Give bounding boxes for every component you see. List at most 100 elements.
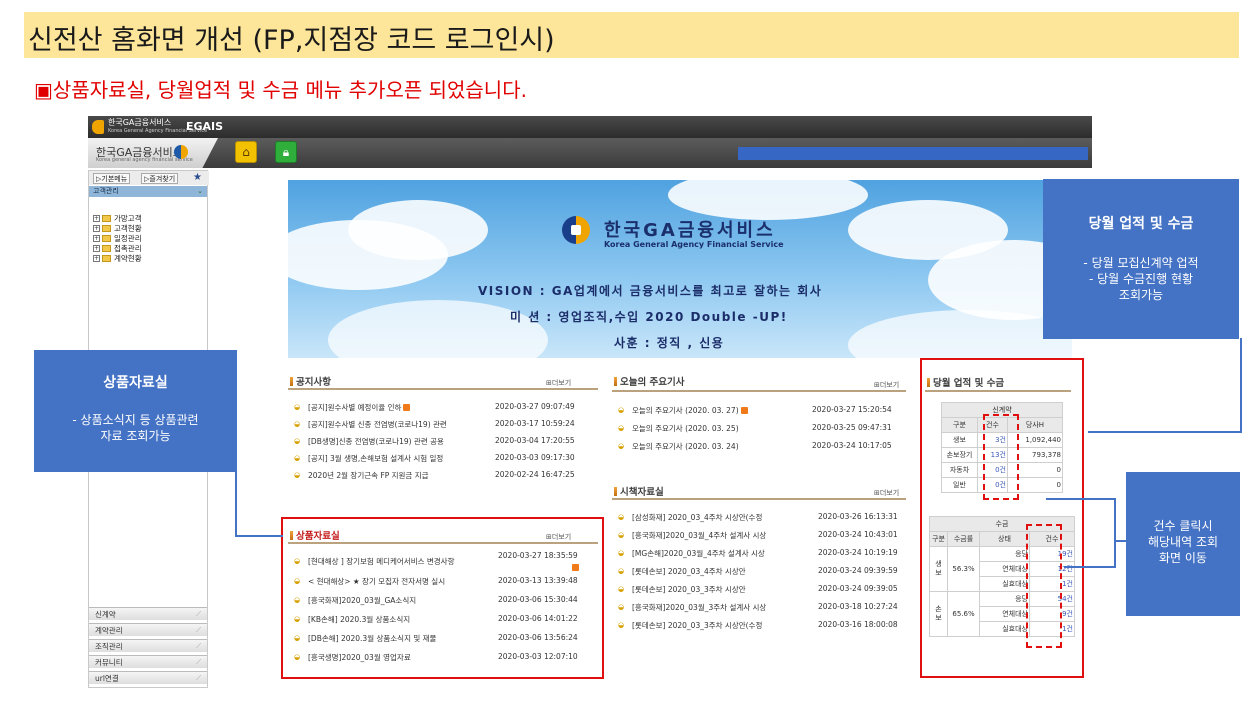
notice-date: 2020-03-17 10:59:24: [495, 419, 575, 428]
connector-line: [1114, 540, 1126, 542]
notice-text: [공지] 3월 생명,손해보험 설계사 시험 일정: [308, 454, 444, 463]
expand-icon[interactable]: +: [93, 215, 100, 222]
sidebar-menu-url[interactable]: url연결 ⟋: [89, 671, 207, 684]
news-date: 2020-03-27 15:20:54: [812, 405, 892, 414]
bullet-icon: ◒: [294, 403, 301, 411]
connector-line: [1046, 498, 1116, 500]
nav-search-field[interactable]: [738, 147, 1088, 160]
expand-icon[interactable]: +: [93, 245, 100, 252]
incentive-row[interactable]: ◒ [롯데손보] 2020_03_3주차 시상안(수정 2020-03-16 18:…: [612, 620, 906, 632]
notice-title[interactable]: 공지사항: [290, 374, 331, 388]
news-row[interactable]: ◒ 오늘의 주요기사 (2020. 03. 27) 2020-03-27 15:20…: [612, 405, 906, 417]
expand-icon[interactable]: +: [93, 225, 100, 232]
incentive-title-label: 시책자료실: [620, 487, 664, 498]
home-banner: 한국GA금융서비스 Korea General Agency Financial…: [288, 180, 1072, 358]
news-row[interactable]: ◒ 오늘의 주요기사 (2020. 03. 25) 2020-03-25 09:47…: [612, 423, 906, 435]
new-badge-icon: [740, 407, 748, 414]
products-highlight-box: [281, 517, 604, 679]
incentive-date: 2020-03-24 09:39:59: [818, 566, 898, 575]
home-button[interactable]: ⌂: [235, 141, 257, 163]
nav-logo[interactable]: 한국GA금융서비스 Korea general agency financial…: [88, 138, 218, 168]
bullet-icon: ◒: [294, 437, 301, 445]
sidebar-menu-organization[interactable]: 조직관리 ⟋: [89, 639, 207, 652]
title-bar-icon: [290, 376, 293, 386]
new-badge-icon: [403, 404, 411, 411]
incentive-row[interactable]: ◒ [롯데손보] 2020_03_3주차 시상안 2020-03-24 09:39:…: [612, 584, 906, 596]
notice-row[interactable]: ◒ [공지]원수사별 예정이율 인하 2020-03-27 09:07:49: [288, 402, 598, 414]
banner-brand: 한국GA금융서비스: [604, 220, 776, 241]
incentive-text: [흥국화재]2020_03월_4주차 설계사 시상: [632, 531, 767, 540]
notice-date: 2020-03-04 17:20:55: [495, 436, 575, 445]
new-contract-count-highlight: [983, 414, 1019, 500]
notice-more-link[interactable]: ⊞더보기: [546, 378, 571, 388]
incentive-date: 2020-03-26 16:13:31: [818, 512, 898, 521]
banner-brand-en: Korea General Agency Financial Service: [604, 240, 784, 249]
bullet-icon: ◒: [294, 471, 301, 479]
bullet-icon: ◒: [294, 420, 301, 428]
tree-item-contracts[interactable]: + 계약현황: [93, 253, 142, 264]
sidebar-menu-label: url연결: [95, 674, 119, 683]
notice-text: [공지]원수사별 예정이율 인하: [308, 403, 402, 412]
news-more-link[interactable]: ⊞더보기: [874, 380, 899, 390]
incentive-title[interactable]: 시책자료실: [614, 484, 664, 498]
sidebar-menu-contract-management[interactable]: 계약관리 ⟋: [89, 623, 207, 636]
connector-line: [1064, 566, 1116, 568]
tab-favorites[interactable]: ▷즐겨찾기: [141, 173, 179, 184]
bullet-icon: ◒: [294, 454, 301, 462]
title-bar-icon: [614, 376, 617, 386]
notice-row[interactable]: ◒ 2020년 2월 장기근속 FP 지원금 지급 2020-02-24 16:47…: [288, 470, 598, 482]
sidebar-menu-label: 커뮤니티: [95, 658, 123, 667]
incentive-text: [롯데손보] 2020_03_3주차 시상안(수정: [632, 621, 763, 630]
incentive-date: 2020-03-24 10:19:19: [818, 548, 898, 557]
callout-body: - 상품소식지 등 상품관련 자료 조회가능: [72, 413, 199, 443]
notice-row[interactable]: ◒ [공지] 3월 생명,손해보험 설계사 시험 일정 2020-03-03 09:…: [288, 453, 598, 465]
sidebar-menu-label: 신계약: [95, 610, 116, 619]
slide-title-bar: 신전산 홈화면 개선 (FP,지점장 코드 로그인시): [24, 12, 1239, 58]
sidebar-menu-new-contract[interactable]: 신계약 ⟋: [89, 607, 207, 620]
news-row[interactable]: ◒ 오늘의 주요기사 (2020. 03. 24) 2020-03-24 10:17…: [612, 441, 906, 453]
folder-icon: [102, 245, 111, 252]
connector-line: [235, 535, 283, 537]
sidebar-header-label: 고객관리: [93, 187, 119, 195]
tab-basic-menu[interactable]: ▷기본메뉴: [93, 173, 131, 184]
bullet-icon: ◒: [618, 621, 625, 629]
notice-row[interactable]: ◒ [공지]원수사별 신종 전염병(코로나19) 관련 2020-03-17 10:…: [288, 419, 598, 431]
lock-button[interactable]: 🔒︎: [275, 141, 297, 163]
incentive-date: 2020-03-18 10:27:24: [818, 602, 898, 611]
star-icon[interactable]: ★: [193, 172, 202, 183]
sidebar-header[interactable]: 고객관리 ⌄: [89, 186, 207, 197]
bullet-icon: ◒: [618, 406, 625, 414]
incentive-row[interactable]: ◒ [롯데손보] 2020_03_4주차 시상안 2020-03-24 09:39:…: [612, 566, 906, 578]
news-panel: 오늘의 주요기사 ⊞더보기 ◒ 오늘의 주요기사 (2020. 03. 27) 20…: [612, 374, 906, 464]
notice-panel: 공지사항 ⊞더보기 ◒ [공지]원수사별 예정이율 인하 2020-03-27 09…: [288, 374, 598, 494]
incentive-row[interactable]: ◒ [MG손해]2020_03월_4주차 설계사 시상 2020-03-24 10:…: [612, 548, 906, 560]
incentive-panel: 시책자료실 ⊞더보기 ◒ [삼성화재] 2020_03_4주차 시상안(수정 202…: [612, 484, 906, 644]
news-date: 2020-03-25 09:47:31: [812, 423, 892, 432]
cloud-decoration: [848, 310, 1072, 358]
divider: [288, 388, 598, 390]
top-brand: 한국GA금융서비스: [108, 118, 172, 127]
news-title[interactable]: 오늘의 주요기사: [614, 374, 685, 388]
bullet-icon: ◒: [618, 513, 625, 521]
sidebar-menu-label: 계약관리: [95, 626, 123, 635]
news-title-label: 오늘의 주요기사: [620, 377, 685, 388]
collapse-icon[interactable]: ⌄: [197, 186, 203, 197]
incentive-more-link[interactable]: ⊞더보기: [874, 488, 899, 498]
news-text: 오늘의 주요기사 (2020. 03. 27): [632, 406, 739, 415]
notice-row[interactable]: ◒ [DB생명]신종 전염병(코로나19) 관련 공용 2020-03-04 17:…: [288, 436, 598, 448]
connector-line: [235, 470, 237, 536]
top-bar: 한국GA금융서비스 Korea General Agency Financial…: [88, 116, 1092, 138]
incentive-row[interactable]: ◒ [흥국화재]2020_03월_3주차 설계사 시상 2020-03-18 10:…: [612, 602, 906, 614]
product-callout: 상품자료실 - 상품소식지 등 상품관련 자료 조회가능: [34, 350, 237, 472]
notice-text: 2020년 2월 장기근속 FP 지원금 지급: [308, 471, 429, 480]
incentive-row[interactable]: ◒ [흥국화재]2020_03월_4주차 설계사 시상 2020-03-24 10:…: [612, 530, 906, 542]
incentive-text: [삼성화재] 2020_03_4주차 시상안(수정: [632, 513, 763, 522]
arrow-icon: ⟋: [196, 674, 201, 682]
sidebar-menu-community[interactable]: 커뮤니티 ⟋: [89, 655, 207, 668]
bullet-icon: ◒: [618, 567, 625, 575]
expand-icon[interactable]: +: [93, 235, 100, 242]
incentive-row[interactable]: ◒ [삼성화재] 2020_03_4주차 시상안(수정 2020-03-26 16:…: [612, 512, 906, 524]
nav-bar: 한국GA금융서비스 Korea general agency financial…: [88, 138, 1092, 168]
notice-date: 2020-03-27 09:07:49: [495, 402, 575, 411]
expand-icon[interactable]: +: [93, 255, 100, 262]
